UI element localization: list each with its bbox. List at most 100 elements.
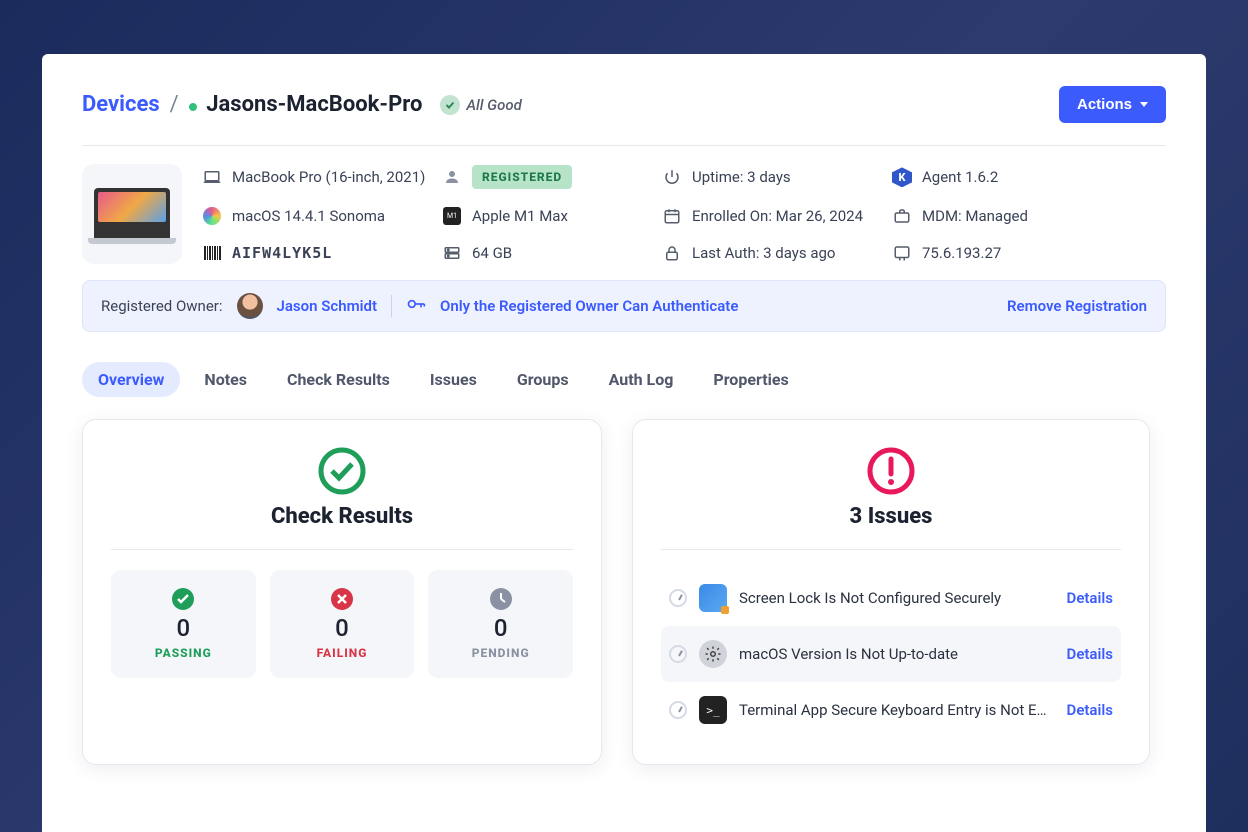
actions-label: Actions	[1077, 96, 1132, 113]
info-ip: 75.6.193.27	[892, 241, 1166, 264]
agent-text: Agent 1.6.2	[922, 168, 998, 186]
storage-icon	[442, 243, 462, 263]
tab-groups[interactable]: Groups	[501, 362, 585, 397]
info-enrolled: Enrolled On: Mar 26, 2024	[662, 205, 892, 228]
power-icon	[662, 167, 682, 187]
gauge-icon	[669, 701, 687, 719]
screen-lock-icon	[699, 584, 727, 612]
issue-text: macOS Version Is Not Up-to-date	[739, 645, 1055, 663]
tab-properties[interactable]: Properties	[697, 362, 804, 397]
gauge-icon	[669, 589, 687, 607]
device-panel: Devices / Jasons-MacBook-Pro All Good Ac…	[42, 54, 1206, 832]
tab-check-results[interactable]: Check Results	[271, 362, 406, 397]
agent-badge-icon: K	[892, 167, 912, 187]
issues-card: 3 Issues Screen Lock Is Not Configured S…	[632, 419, 1150, 765]
ip-text: 75.6.193.27	[922, 244, 1001, 262]
check-results-title: Check Results	[271, 504, 413, 529]
divider	[82, 145, 1166, 146]
details-link[interactable]: Details	[1067, 589, 1113, 607]
issue-text: Screen Lock Is Not Configured Securely	[739, 589, 1055, 607]
actions-button[interactable]: Actions	[1059, 86, 1166, 123]
passing-cell[interactable]: 0 PASSING	[111, 570, 256, 678]
person-icon	[442, 167, 462, 187]
settings-icon	[699, 640, 727, 668]
avatar	[237, 293, 263, 319]
device-info-grid: MacBook Pro (16-inch, 2021) REGISTERED U…	[82, 164, 1166, 264]
pending-icon	[490, 588, 512, 610]
laptop-outline-icon	[202, 167, 222, 187]
registration-badge: REGISTERED	[472, 165, 572, 189]
pending-count: 0	[494, 614, 508, 642]
issue-row[interactable]: Screen Lock Is Not Configured Securely D…	[661, 570, 1121, 626]
info-os: macOS 14.4.1 Sonoma	[202, 205, 442, 228]
owner-label: Registered Owner:	[101, 297, 223, 315]
failing-label: FAILING	[317, 646, 368, 660]
storage-text: 64 GB	[472, 244, 512, 262]
caret-down-icon	[1140, 102, 1148, 107]
chip-text: Apple M1 Max	[472, 207, 568, 225]
tabs: Overview Notes Check Results Issues Grou…	[82, 362, 1166, 397]
serial-text: AIFW4LYK5L	[232, 244, 332, 262]
details-link[interactable]: Details	[1067, 645, 1113, 663]
status-pill: All Good	[440, 95, 521, 115]
barcode-icon	[202, 243, 222, 263]
auth-policy-text: Only the Registered Owner Can Authentica…	[440, 297, 738, 315]
briefcase-icon	[892, 206, 912, 226]
passing-count: 0	[177, 614, 191, 642]
info-mdm: MDM: Managed	[892, 205, 1166, 228]
passing-label: PASSING	[155, 646, 212, 660]
pending-cell[interactable]: 0 PENDING	[428, 570, 573, 678]
gauge-icon	[669, 645, 687, 663]
info-serial: AIFW4LYK5L	[202, 241, 442, 264]
tab-notes[interactable]: Notes	[188, 362, 263, 397]
breadcrumb-separator: /	[170, 92, 179, 117]
fail-icon	[331, 588, 353, 610]
network-icon	[892, 243, 912, 263]
os-gradient-icon	[202, 206, 222, 226]
lock-icon	[662, 243, 682, 263]
tab-issues[interactable]: Issues	[414, 362, 493, 397]
separator	[391, 295, 392, 317]
laptop-icon	[94, 188, 170, 240]
breadcrumb: Devices / Jasons-MacBook-Pro All Good	[82, 92, 522, 117]
failing-count: 0	[335, 614, 349, 642]
info-uptime: Uptime: 3 days	[662, 164, 892, 191]
issue-row[interactable]: macOS Version Is Not Up-to-date Details	[661, 626, 1121, 682]
owner-link[interactable]: Jason Schmidt	[277, 297, 377, 315]
remove-registration-link[interactable]: Remove Registration	[1007, 297, 1147, 315]
os-text: macOS 14.4.1 Sonoma	[232, 207, 385, 225]
tab-overview[interactable]: Overview	[82, 362, 180, 397]
uptime-text: Uptime: 3 days	[692, 168, 791, 186]
breadcrumb-current: Jasons-MacBook-Pro	[189, 92, 423, 117]
terminal-icon: >_	[699, 696, 727, 724]
info-chip: M1 Apple M1 Max	[442, 205, 662, 228]
status-text: All Good	[466, 96, 521, 114]
breadcrumb-root[interactable]: Devices	[82, 92, 160, 117]
info-model: MacBook Pro (16-inch, 2021)	[202, 164, 442, 191]
key-icon	[406, 294, 426, 318]
cards-row: Check Results 0 PASSING 0 FAILING	[82, 419, 1166, 765]
model-text: MacBook Pro (16-inch, 2021)	[232, 168, 425, 186]
issue-text: Terminal App Secure Keyboard Entry is No…	[739, 701, 1055, 719]
details-link[interactable]: Details	[1067, 701, 1113, 719]
owner-bar: Registered Owner: Jason Schmidt Only the…	[82, 280, 1166, 332]
calendar-icon	[662, 206, 682, 226]
mdm-text: MDM: Managed	[922, 207, 1028, 225]
pass-icon	[172, 588, 194, 610]
issue-row[interactable]: >_ Terminal App Secure Keyboard Entry is…	[661, 682, 1121, 738]
last-auth-text: Last Auth: 3 days ago	[692, 244, 835, 262]
info-storage: 64 GB	[442, 241, 662, 264]
status-dot-icon	[189, 103, 197, 111]
device-image	[82, 164, 182, 264]
info-registration: REGISTERED	[442, 164, 662, 191]
check-circle-icon	[440, 95, 460, 115]
issues-title: 3 Issues	[850, 504, 933, 529]
check-big-icon	[317, 446, 367, 496]
failing-cell[interactable]: 0 FAILING	[270, 570, 415, 678]
enrolled-text: Enrolled On: Mar 26, 2024	[692, 207, 863, 225]
tab-auth-log[interactable]: Auth Log	[593, 362, 690, 397]
header: Devices / Jasons-MacBook-Pro All Good Ac…	[82, 86, 1166, 123]
pending-label: PENDING	[472, 646, 530, 660]
check-results-card: Check Results 0 PASSING 0 FAILING	[82, 419, 602, 765]
alert-big-icon	[866, 446, 916, 496]
